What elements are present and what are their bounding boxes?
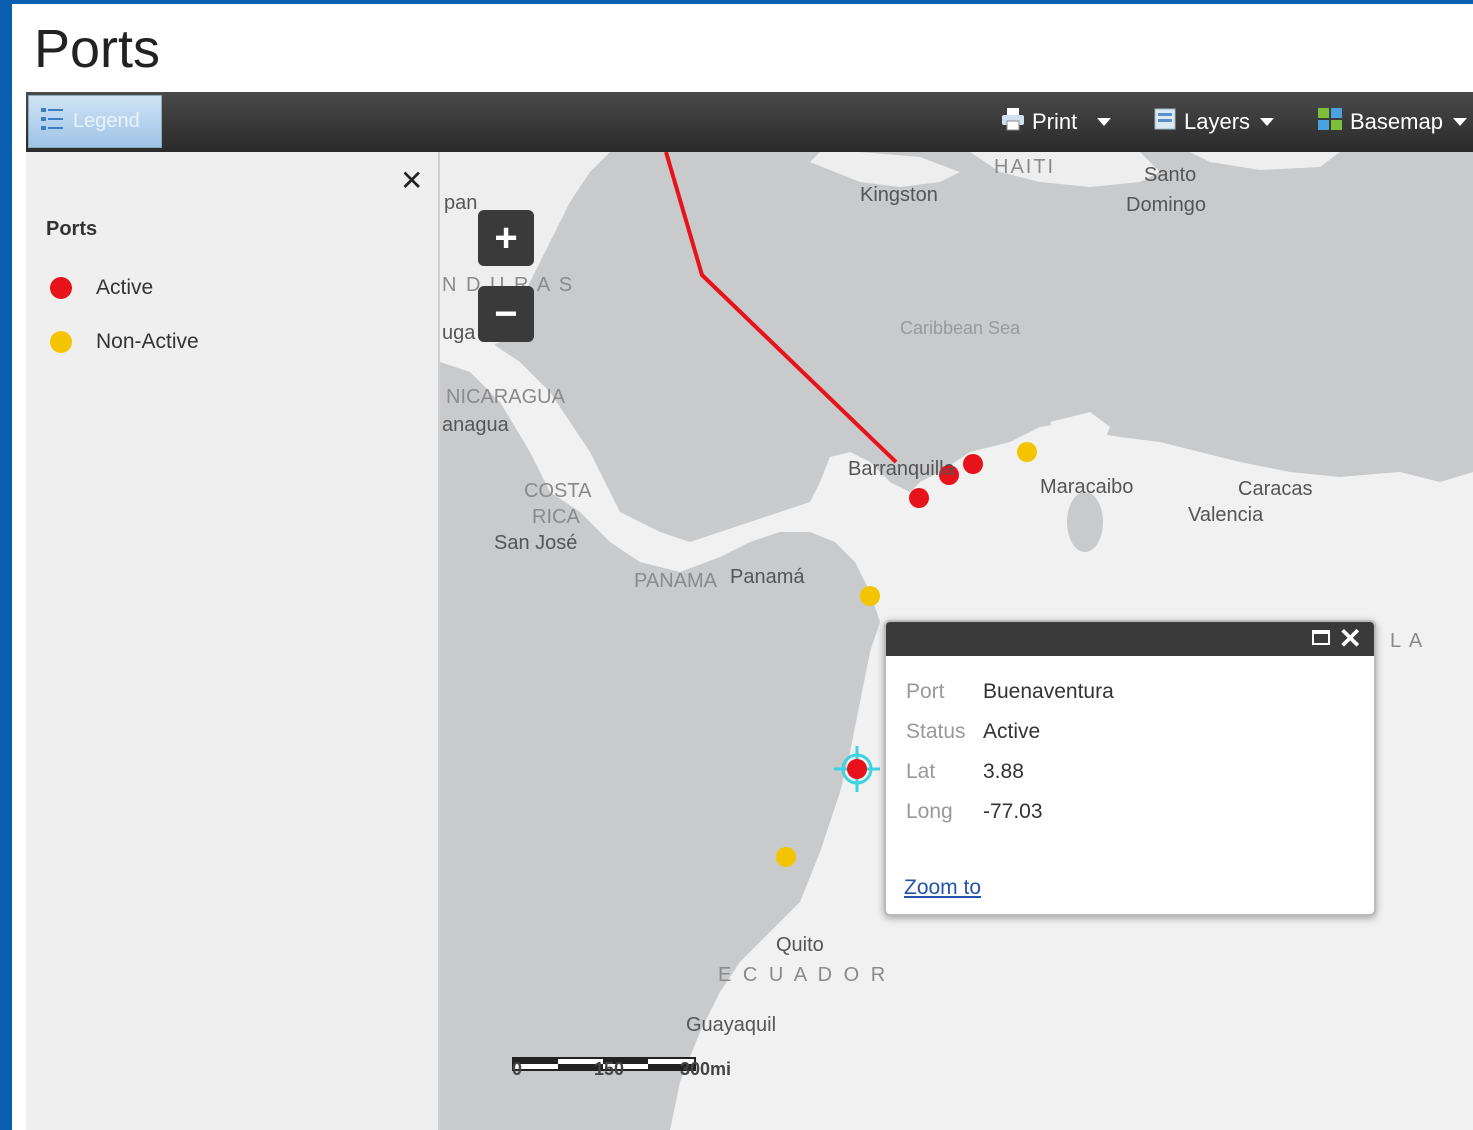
basemap-grid-icon — [1316, 106, 1344, 138]
field-key: Status — [906, 720, 966, 743]
field-value: 3.88 — [983, 760, 1024, 783]
yellow-dot-icon — [50, 331, 72, 353]
legend-item-non-active: Non-Active — [50, 330, 199, 354]
map-view[interactable]: Kingston HAITI Santo Domingo Caribbean S… — [440, 152, 1473, 1130]
red-dot-icon — [50, 277, 72, 299]
map-label-domingo: Domingo — [1126, 194, 1207, 216]
popup-field-long: Long -77.03 — [906, 800, 1043, 824]
basemap-label: Basemap — [1350, 109, 1443, 134]
close-icon[interactable]: ✕ — [1339, 622, 1362, 655]
map-label-caracas: Caracas — [1238, 478, 1313, 500]
map-label-haiti: HAITI — [994, 156, 1056, 178]
map-label-panama-city: Panamá — [730, 566, 805, 588]
map-label-ecuador: E C U A D O R — [718, 964, 889, 986]
field-key: Lat — [906, 760, 936, 783]
print-label: Print — [1032, 109, 1078, 134]
map-label-guayaquil: Guayaquil — [686, 1014, 777, 1036]
layers-label: Layers — [1184, 109, 1251, 134]
layers-button[interactable]: Layers — [1152, 92, 1275, 152]
field-key: Long — [906, 800, 953, 823]
maximize-icon[interactable] — [1312, 630, 1330, 645]
zoom-out-button[interactable]: − — [478, 286, 534, 342]
legend-item-active: Active — [50, 276, 153, 300]
field-key: Port — [906, 680, 945, 703]
field-value: -77.03 — [983, 800, 1043, 823]
map-label-valencia: Valencia — [1188, 504, 1264, 526]
basemap-button[interactable]: Basemap — [1316, 92, 1467, 152]
page-title: Ports — [34, 19, 161, 79]
map-label-barranquilla: Barranquilla — [848, 458, 955, 480]
popup-field-port: Port Buenaventura — [906, 680, 1114, 704]
toolbar: Legend Print Layers Basemap — [26, 92, 1473, 152]
map-label-venezuela-partial: L A — [1390, 630, 1425, 652]
scale-label: 150 — [594, 1059, 625, 1079]
map-label-pan: pan — [444, 192, 478, 214]
map-label-san-jose: San José — [494, 532, 578, 554]
info-popup: ✕ Port Buenaventura Status Active Lat 3.… — [884, 620, 1376, 916]
printer-icon — [1000, 106, 1026, 138]
legend-button-label: Legend — [73, 110, 140, 132]
print-button[interactable]: Print — [1000, 92, 1112, 152]
map-label-nicaragua: NICARAGUA — [446, 386, 565, 408]
chevron-down-icon — [1097, 118, 1112, 126]
map-label-costa: COSTA — [524, 480, 592, 502]
map-label-quito: Quito — [776, 934, 824, 956]
map-label-uga: uga — [442, 322, 476, 344]
popup-field-lat: Lat 3.88 — [906, 760, 1024, 784]
legend-item-label: Active — [96, 276, 154, 299]
legend-item-label: Non-Active — [96, 330, 199, 353]
map-label-kingston: Kingston — [860, 184, 938, 206]
close-icon[interactable]: ✕ — [400, 164, 423, 197]
map-label-managua: anagua — [442, 414, 509, 436]
chevron-down-icon — [1452, 118, 1467, 126]
legend-layer-title: Ports — [46, 218, 98, 240]
chevron-down-icon — [1260, 118, 1275, 126]
layers-icon — [1152, 106, 1178, 138]
field-value: Buenaventura — [983, 680, 1114, 703]
legend-panel: ✕ Ports Active Non-Active — [26, 152, 440, 1130]
zoom-to-link[interactable]: Zoom to — [904, 876, 981, 900]
zoom-in-button[interactable]: + — [478, 210, 534, 266]
legend-icon — [39, 105, 65, 138]
scale-label: 300mi — [680, 1059, 732, 1079]
app-window: Ports Legend Print Layers Basemap ✕ Port… — [12, 4, 1473, 1130]
map-label-panama-country: PANAMA — [634, 570, 717, 592]
map-label-caribbean-sea: Caribbean Sea — [900, 318, 1021, 338]
popup-field-status: Status Active — [906, 720, 1040, 744]
legend-button[interactable]: Legend — [28, 95, 162, 148]
scale-label: 0 — [512, 1059, 523, 1079]
popup-header: ✕ — [886, 622, 1374, 656]
map-label-maracaibo: Maracaibo — [1040, 476, 1134, 498]
map-label-rica: RICA — [532, 506, 580, 528]
field-value: Active — [983, 720, 1041, 743]
map-label-santo: Santo — [1144, 164, 1197, 186]
